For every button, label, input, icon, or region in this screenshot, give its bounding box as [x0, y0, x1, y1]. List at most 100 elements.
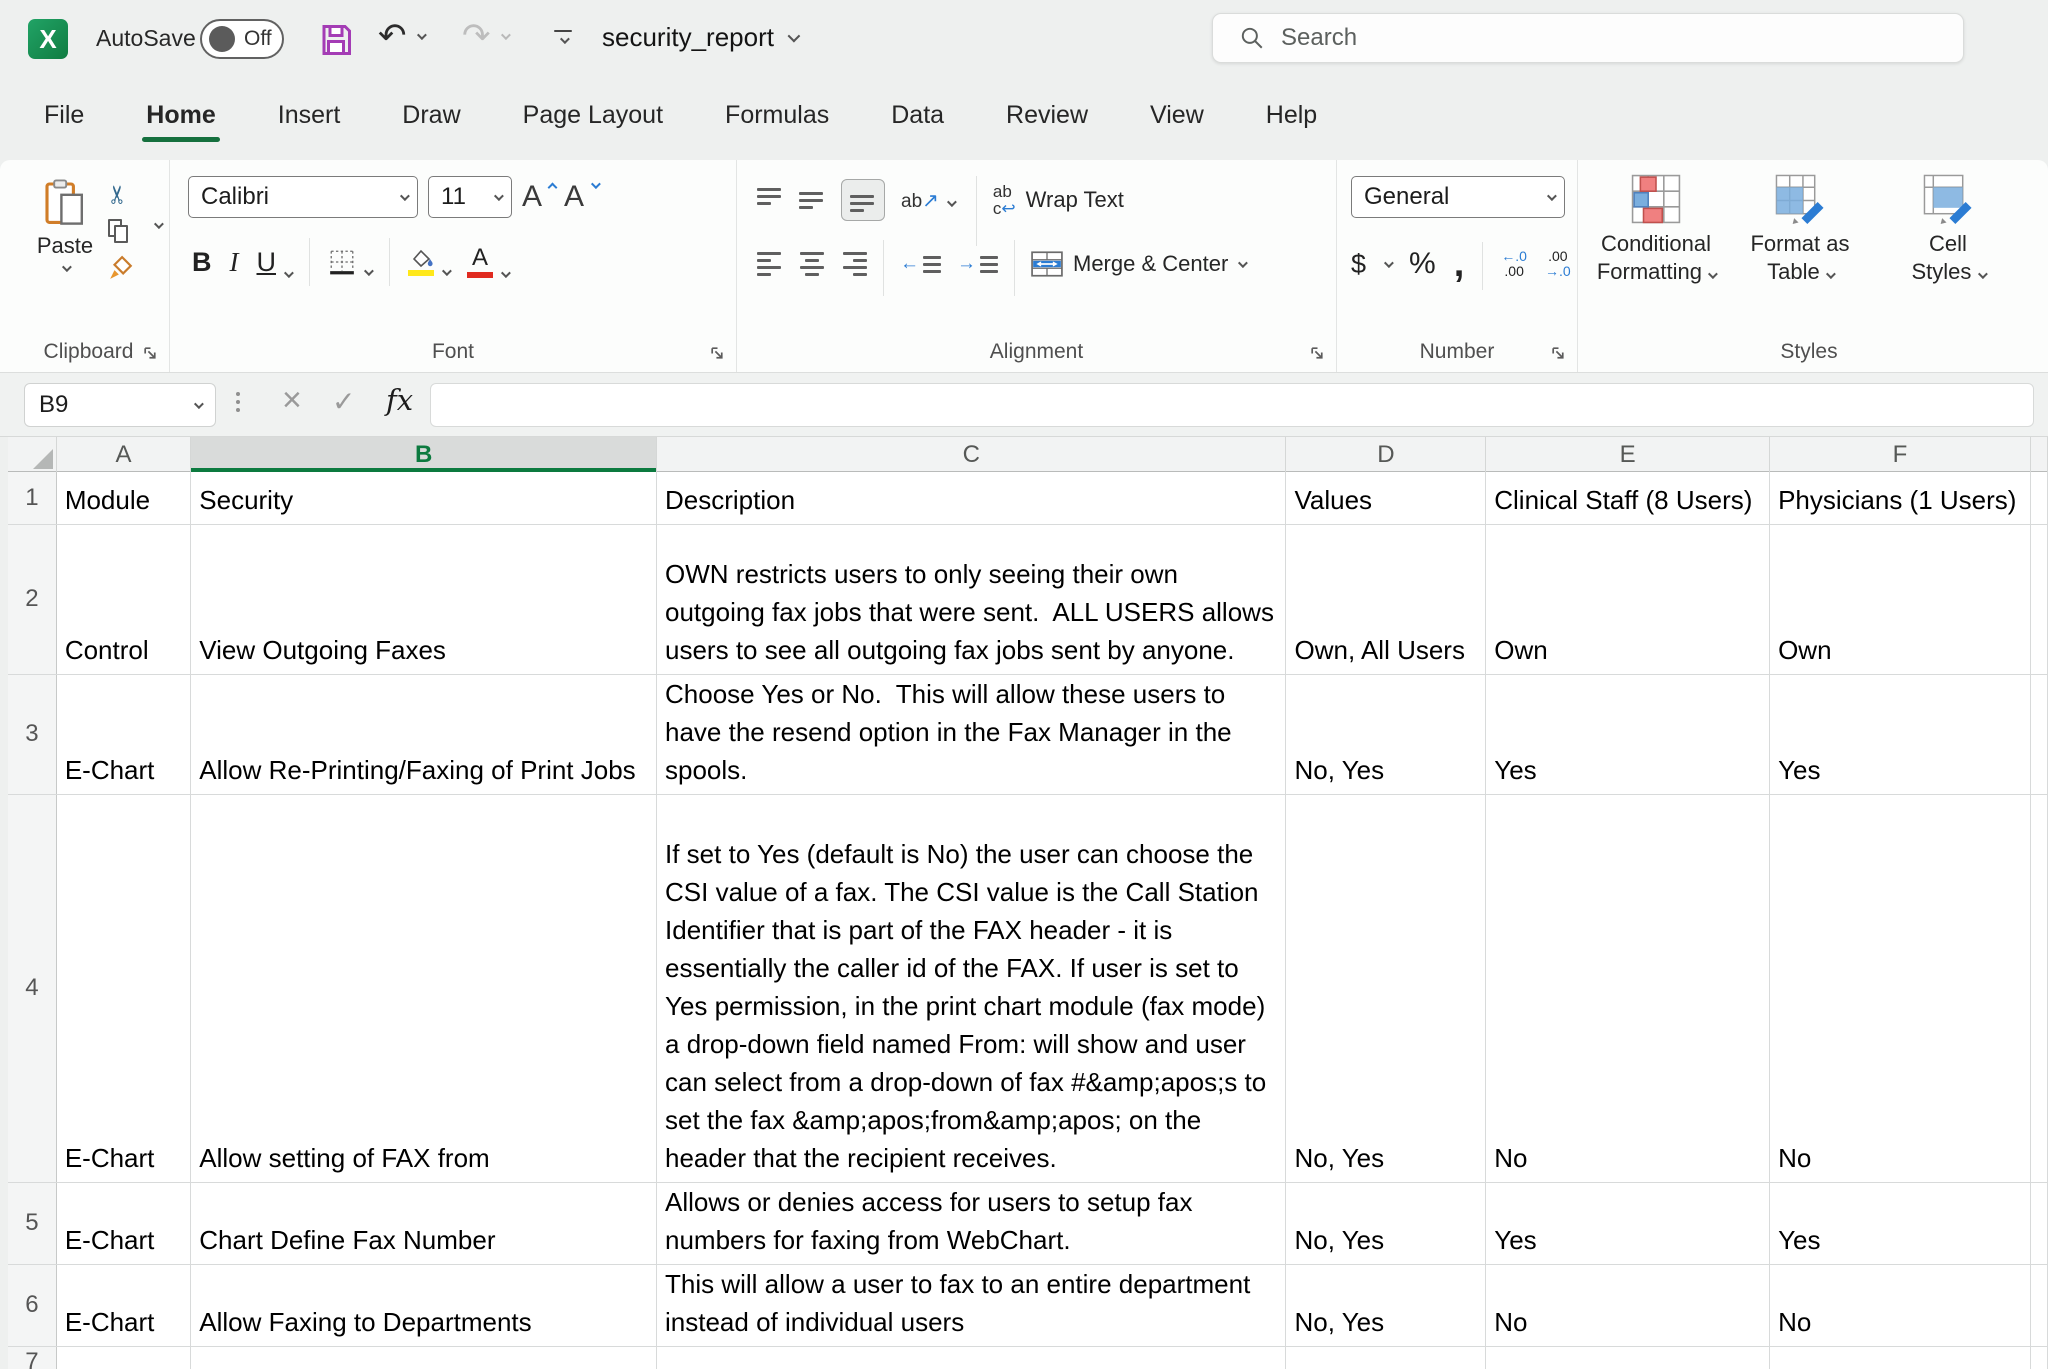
cell-f7[interactable] [1770, 1346, 2031, 1369]
column-header-a[interactable]: A [56, 437, 190, 472]
cell-b1[interactable]: Security [191, 472, 657, 524]
tab-home[interactable]: Home [144, 93, 217, 144]
number-format-select[interactable]: General [1351, 176, 1565, 218]
borders-button[interactable] [328, 248, 371, 276]
fill-color-button[interactable] [408, 248, 449, 276]
formula-bar-drag-handle[interactable] [236, 392, 240, 412]
cell-d1[interactable]: Values [1286, 472, 1486, 524]
cell-a1[interactable]: Module [56, 472, 190, 524]
column-header-d[interactable]: D [1286, 437, 1486, 472]
decrease-font-size-button[interactable]: A [564, 180, 596, 214]
bold-button[interactable]: B [192, 247, 212, 278]
cell-c6[interactable]: This will allow a user to fax to an enti… [657, 1264, 1286, 1346]
select-all-button[interactable] [8, 437, 56, 472]
tab-draw[interactable]: Draw [400, 93, 462, 144]
cell-f5[interactable]: Yes [1770, 1182, 2031, 1264]
underline-button[interactable]: U [257, 247, 292, 278]
increase-font-size-button[interactable]: A [522, 180, 554, 214]
alignment-dialog-launcher[interactable] [1309, 345, 1326, 362]
column-header-f[interactable]: F [1770, 437, 2031, 472]
name-box[interactable]: B9 [24, 383, 216, 427]
row-header-2[interactable]: 2 [8, 524, 56, 674]
cell-c2[interactable]: OWN restricts users to only seeing their… [657, 524, 1286, 674]
paste-button[interactable]: Paste [34, 178, 96, 277]
cell-g3[interactable] [2030, 674, 2047, 794]
cell-d2[interactable]: Own, All Users [1286, 524, 1486, 674]
cell-g7[interactable] [2030, 1346, 2047, 1369]
percent-button[interactable]: % [1409, 247, 1436, 281]
font-color-button[interactable]: A [467, 246, 508, 278]
increase-indent-button[interactable]: → [957, 253, 998, 275]
tab-insert[interactable]: Insert [276, 93, 343, 144]
font-dialog-launcher[interactable] [709, 345, 726, 362]
cell-e6[interactable]: No [1486, 1264, 1770, 1346]
cell-a2[interactable]: Control [56, 524, 190, 674]
tab-review[interactable]: Review [1004, 93, 1090, 144]
cell-e2[interactable]: Own [1486, 524, 1770, 674]
column-header-c[interactable]: C [657, 437, 1286, 472]
currency-button[interactable]: $ [1351, 249, 1366, 280]
cell-c4[interactable]: If set to Yes (default is No) the user c… [657, 794, 1286, 1182]
cell-a6[interactable]: E-Chart [56, 1264, 190, 1346]
cell-f2[interactable]: Own [1770, 524, 2031, 674]
cell-d3[interactable]: No, Yes [1286, 674, 1486, 794]
row-header-7[interactable]: 7 [8, 1346, 56, 1369]
cell-b7[interactable] [191, 1346, 657, 1369]
merge-center-button[interactable]: Merge & Center [1031, 251, 1245, 277]
row-header-6[interactable]: 6 [8, 1264, 56, 1346]
decrease-indent-button[interactable]: ← [900, 253, 941, 275]
formula-input[interactable] [430, 383, 2034, 427]
redo-button[interactable]: ↷ [462, 16, 508, 56]
cell-c1[interactable]: Description [657, 472, 1286, 524]
cell-f6[interactable]: No [1770, 1264, 2031, 1346]
cell-f1[interactable]: Physicians (1 Users) [1770, 472, 2031, 524]
align-middle-button[interactable] [799, 188, 825, 212]
search-input[interactable]: Search [1212, 13, 1964, 63]
align-center-button[interactable] [799, 251, 825, 277]
insert-function-button[interactable]: fx [386, 383, 413, 417]
cell-c3[interactable]: Choose Yes or No. This will allow these … [657, 674, 1286, 794]
tab-data[interactable]: Data [889, 93, 946, 144]
cell-e5[interactable]: Yes [1486, 1182, 1770, 1264]
row-header-3[interactable]: 3 [8, 674, 56, 794]
number-dialog-launcher[interactable] [1550, 345, 1567, 362]
align-right-button[interactable] [841, 251, 867, 277]
document-title[interactable]: security_report [602, 22, 797, 53]
cell-c7[interactable] [657, 1346, 1286, 1369]
font-size-select[interactable]: 11 [428, 176, 512, 218]
font-name-select[interactable]: Calibri [188, 176, 418, 218]
cell-e7[interactable] [1486, 1346, 1770, 1369]
cell-b3[interactable]: Allow Re-Printing/Faxing of Print Jobs [191, 674, 657, 794]
cell-e3[interactable]: Yes [1486, 674, 1770, 794]
row-header-4[interactable]: 4 [8, 794, 56, 1182]
cell-b2[interactable]: View Outgoing Faxes [191, 524, 657, 674]
save-button[interactable] [318, 22, 354, 63]
cancel-icon[interactable]: × [282, 381, 302, 420]
cell-b5[interactable]: Chart Define Fax Number [191, 1182, 657, 1264]
cell-f3[interactable]: Yes [1770, 674, 2031, 794]
increase-decimal-button[interactable]: ←.0.00 [1501, 249, 1527, 278]
comma-style-button[interactable]: , [1454, 253, 1465, 276]
cell-styles-button[interactable]: CellStyles [1878, 174, 2018, 285]
tab-view[interactable]: View [1148, 93, 1206, 144]
cell-g4[interactable] [2030, 794, 2047, 1182]
excel-logo-icon[interactable]: X [28, 19, 68, 59]
enter-icon[interactable]: ✓ [332, 385, 355, 418]
decrease-decimal-button[interactable]: .00→.0 [1545, 249, 1571, 278]
cell-d6[interactable]: No, Yes [1286, 1264, 1486, 1346]
tab-help[interactable]: Help [1264, 93, 1319, 144]
row-header-1[interactable]: 1 [8, 472, 56, 524]
row-header-5[interactable]: 5 [8, 1182, 56, 1264]
align-top-button[interactable] [757, 188, 783, 212]
cell-b4[interactable]: Allow setting of FAX from [191, 794, 657, 1182]
autosave-toggle[interactable]: Off [200, 19, 284, 59]
copy-button[interactable] [108, 219, 128, 243]
column-header-b[interactable]: B [191, 437, 657, 472]
clipboard-mini-dropdown-icon[interactable] [154, 219, 164, 229]
format-painter-button[interactable] [108, 255, 134, 281]
cell-a3[interactable]: E-Chart [56, 674, 190, 794]
column-header-e[interactable]: E [1486, 437, 1770, 472]
cell-g1[interactable] [2030, 472, 2047, 524]
cell-a4[interactable]: E-Chart [56, 794, 190, 1182]
cell-d5[interactable]: No, Yes [1286, 1182, 1486, 1264]
